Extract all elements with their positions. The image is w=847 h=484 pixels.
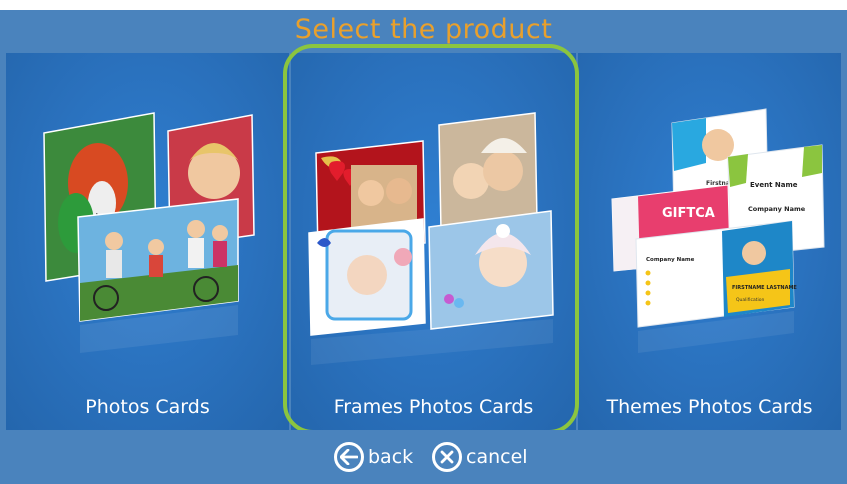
back-arrow-icon <box>334 442 364 472</box>
product-label: Themes Photos Cards <box>606 396 813 418</box>
business-card-name: FIRSTNAME LASTNAME <box>732 285 797 291</box>
baby-frame-photo <box>308 218 426 336</box>
business-card-role: Qualification <box>736 297 764 303</box>
bottom-bar <box>0 430 847 484</box>
mother-child-photo <box>438 112 538 232</box>
product-frames-photos-cards[interactable]: Frames Photos Cards <box>291 53 576 430</box>
family-photo <box>77 198 239 322</box>
product-panels: Photos Cards Frames Photos Cards Firstna… <box>6 53 841 430</box>
frames-cards-preview <box>308 112 554 365</box>
cancel-button[interactable]: cancel <box>432 442 528 472</box>
top-bar <box>0 0 847 10</box>
photos-cards-preview <box>43 112 255 353</box>
themes-cards-preview: Firstname Event Name Company Name GIFTCA <box>611 108 825 353</box>
product-photos-cards[interactable]: Photos Cards <box>6 53 289 430</box>
page-title: Select the product <box>294 14 553 45</box>
product-themes-photos-cards[interactable]: Firstname Event Name Company Name GIFTCA <box>578 53 841 430</box>
cancel-x-icon <box>432 442 462 472</box>
event-card-sub: Company Name <box>748 205 806 213</box>
event-card-title: Event Name <box>750 181 798 189</box>
product-label: Frames Photos Cards <box>333 396 534 418</box>
winter-girl-photo <box>428 210 554 330</box>
back-button[interactable]: back <box>334 442 413 472</box>
business-card-template: Company Name FIRSTNAME LASTNAME Qualific… <box>635 220 797 328</box>
back-label: back <box>368 446 414 468</box>
cancel-label: cancel <box>466 446 528 468</box>
gift-card-text: GIFTCA <box>662 206 715 221</box>
business-card-company: Company Name <box>646 257 695 263</box>
product-label: Photos Cards <box>85 396 210 418</box>
